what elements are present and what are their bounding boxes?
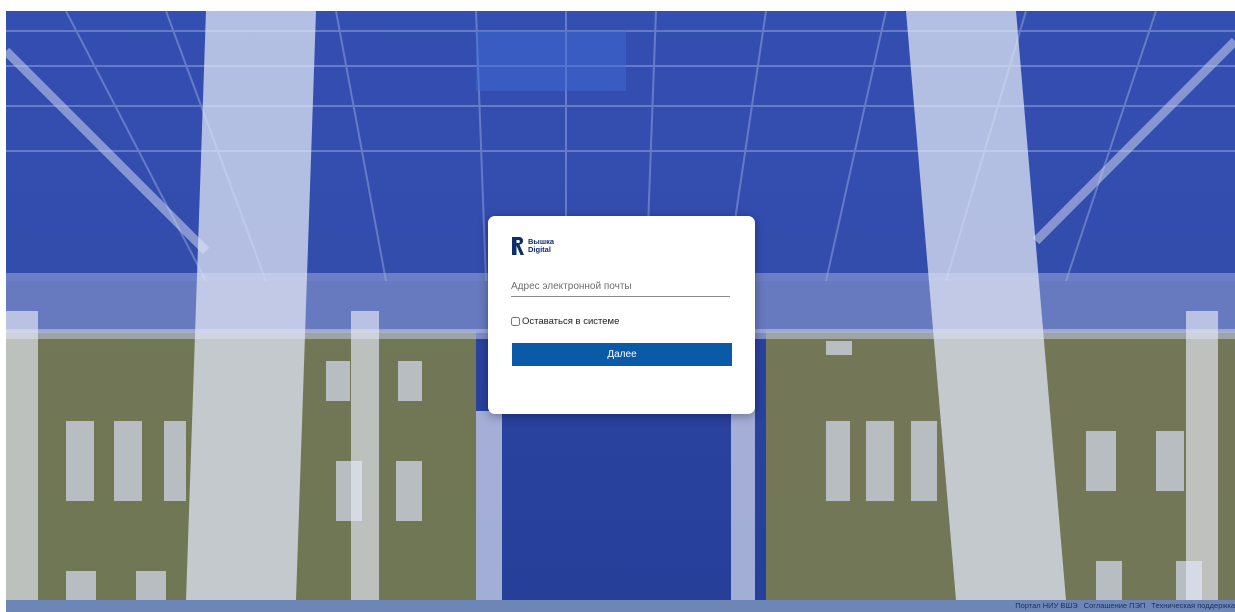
- remember-me[interactable]: Оставаться в системе: [511, 316, 619, 327]
- email-input[interactable]: [511, 276, 730, 297]
- footer-link-portal[interactable]: Портал НИУ ВШЭ: [1015, 600, 1077, 612]
- login-screen: Портал НИУ ВШЭ Соглашение ПЭП Техническа…: [0, 0, 1235, 612]
- hse-logo: Вышка Digital: [511, 236, 554, 256]
- next-button[interactable]: Далее: [512, 343, 732, 366]
- login-card: Вышка Digital Оставаться в системе Далее: [488, 216, 755, 414]
- hse-logo-icon: [512, 237, 524, 255]
- logo-text: Вышка Digital: [528, 238, 554, 254]
- footer-link-agreement[interactable]: Соглашение ПЭП: [1084, 600, 1146, 612]
- logo-line2: Digital: [528, 245, 551, 254]
- footer-bar: Портал НИУ ВШЭ Соглашение ПЭП Техническа…: [6, 600, 1235, 612]
- footer-link-support[interactable]: Техническая поддержка: [1151, 600, 1235, 612]
- remember-label: Оставаться в системе: [522, 316, 620, 327]
- footer-links: Портал НИУ ВШЭ Соглашение ПЭП Техническа…: [1015, 600, 1235, 612]
- remember-checkbox[interactable]: [511, 317, 520, 326]
